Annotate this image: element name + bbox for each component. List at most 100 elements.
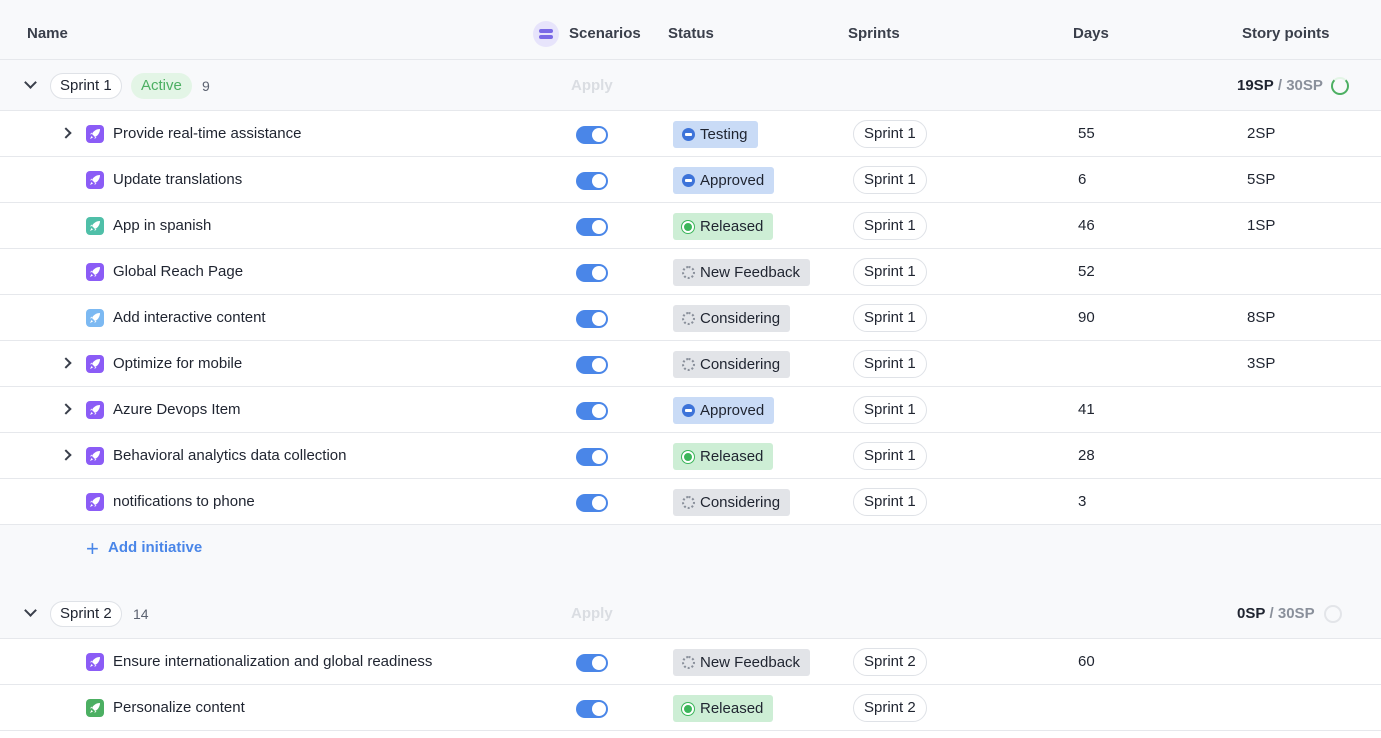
item-name[interactable]: Personalize content [113,685,245,731]
table-row[interactable]: Global Reach Page New Feedback Sprint 1 52 [0,249,1381,295]
chevron-right-icon[interactable] [60,357,72,369]
table-row[interactable]: Azure Devops Item Approved Sprint 1 41 [0,387,1381,433]
chevron-down-icon[interactable] [24,604,37,617]
table-row[interactable]: Provide real-time assistance Testing Sprin… [0,111,1381,157]
item-name[interactable]: Update translations [113,157,242,203]
chevron-down-icon[interactable] [24,76,37,89]
status-icon [682,174,695,187]
sprint-cell[interactable]: Sprint 1 [853,304,927,332]
sprint-cell[interactable]: Sprint 1 [853,488,927,516]
story-points-cell[interactable]: 2SP [1247,111,1275,157]
scenario-toggle[interactable] [576,264,608,282]
sprint-cell[interactable]: Sprint 2 [853,648,927,676]
sprint-cell[interactable]: Sprint 1 [853,212,927,240]
status-label: Released [700,700,764,717]
item-name[interactable]: Global Reach Page [113,249,243,295]
progress-ring-icon [1331,77,1349,95]
scenario-toggle[interactable] [576,402,608,420]
status-icon [682,656,695,669]
chevron-right-icon[interactable] [60,127,72,139]
status-badge[interactable]: Released [673,213,774,240]
chevron-right-icon[interactable] [60,449,72,461]
table-row[interactable]: App in spanish Released Sprint 1 46 1SP [0,203,1381,249]
column-header-scenarios[interactable]: Scenarios [569,0,641,60]
item-name[interactable]: Add interactive content [113,295,266,341]
status-badge[interactable]: Considering [673,351,791,378]
status-badge[interactable]: Approved [673,397,775,424]
item-name[interactable]: Optimize for mobile [113,341,242,387]
table-row[interactable]: Personalize content Released Sprint 2 [0,685,1381,731]
sprint-cell[interactable]: Sprint 1 [853,120,927,148]
story-points-cell[interactable]: 1SP [1247,203,1275,249]
scenario-toggle[interactable] [576,218,608,236]
sprint-cell[interactable]: Sprint 1 [853,258,927,286]
status-badge[interactable]: Released [673,443,774,470]
days-cell[interactable]: 52 [1078,249,1095,295]
scenario-toggle[interactable] [576,310,608,328]
item-name[interactable]: notifications to phone [113,479,255,525]
column-header-status[interactable]: Status [668,0,714,60]
scenario-toggle[interactable] [576,448,608,466]
table-row[interactable]: Ensure internationalization and global r… [0,639,1381,685]
rocket-icon [86,263,104,281]
status-label: Released [700,218,764,235]
table-row[interactable]: notifications to phone Considering Sprint … [0,479,1381,525]
column-header-days[interactable]: Days [1073,0,1109,60]
days-cell[interactable]: 60 [1078,639,1095,685]
scenario-toggle[interactable] [576,494,608,512]
chevron-right-icon[interactable] [60,403,72,415]
sprint-cell[interactable]: Sprint 1 [853,166,927,194]
column-header-story-points[interactable]: Story points [1242,0,1330,60]
status-badge: Active [131,73,192,99]
days-cell[interactable]: 46 [1078,203,1095,249]
status-badge[interactable]: Considering [673,489,791,516]
sprint-cell[interactable]: Sprint 1 [853,396,927,424]
story-points-cell[interactable]: 3SP [1247,341,1275,387]
item-name[interactable]: Azure Devops Item [113,387,241,433]
days-cell[interactable]: 28 [1078,433,1095,479]
scenario-toggle[interactable] [576,700,608,718]
status-badge[interactable]: Released [673,695,774,722]
status-label: Released [700,448,764,465]
item-name[interactable]: Behavioral analytics data collection [113,433,346,479]
days-cell[interactable]: 90 [1078,295,1095,341]
days-cell[interactable]: 6 [1078,157,1086,203]
item-name[interactable]: Provide real-time assistance [113,111,301,157]
column-header-sprints[interactable]: Sprints [848,0,900,60]
sp-used: 19SP [1237,77,1274,94]
apply-button[interactable]: Apply [571,60,613,112]
status-badge[interactable]: New Feedback [673,259,811,286]
scenarios-icon[interactable] [533,21,559,47]
status-badge[interactable]: Approved [673,167,775,194]
days-cell[interactable]: 55 [1078,111,1095,157]
apply-button[interactable]: Apply [571,588,613,640]
sprint-cell[interactable]: Sprint 2 [853,694,927,722]
item-name[interactable]: Ensure internationalization and global r… [113,639,432,685]
status-badge[interactable]: Testing [673,121,758,148]
sprint-cell[interactable]: Sprint 1 [853,350,927,378]
scenario-toggle[interactable] [576,126,608,144]
sp-capacity: 30SP [1277,605,1315,622]
table-row[interactable]: Behavioral analytics data collection Rele… [0,433,1381,479]
status-badge[interactable]: Considering [673,305,791,332]
table-row[interactable]: Add interactive content Considering Sprint… [0,295,1381,341]
sp-separator: / [1277,77,1283,94]
column-header-name[interactable]: Name [27,0,68,60]
status-badge[interactable]: New Feedback [673,649,811,676]
story-points-cell[interactable]: 8SP [1247,295,1275,341]
table-row[interactable]: Update translations Approved Sprint 1 6 5SP [0,157,1381,203]
plus-icon[interactable]: + [86,538,99,560]
status-label: Testing [700,126,748,143]
scenario-toggle[interactable] [576,654,608,672]
scenario-toggle[interactable] [576,172,608,190]
add-initiative-button[interactable]: Add initiative [108,525,202,571]
table-row[interactable]: Optimize for mobile Considering Sprint 1 3S… [0,341,1381,387]
story-points-cell[interactable]: 5SP [1247,157,1275,203]
item-name[interactable]: App in spanish [113,203,211,249]
status-label: Considering [700,310,781,327]
scenario-toggle[interactable] [576,356,608,374]
status-label: Considering [700,494,781,511]
days-cell[interactable]: 41 [1078,387,1095,433]
sprint-cell[interactable]: Sprint 1 [853,442,927,470]
days-cell[interactable]: 3 [1078,479,1086,525]
